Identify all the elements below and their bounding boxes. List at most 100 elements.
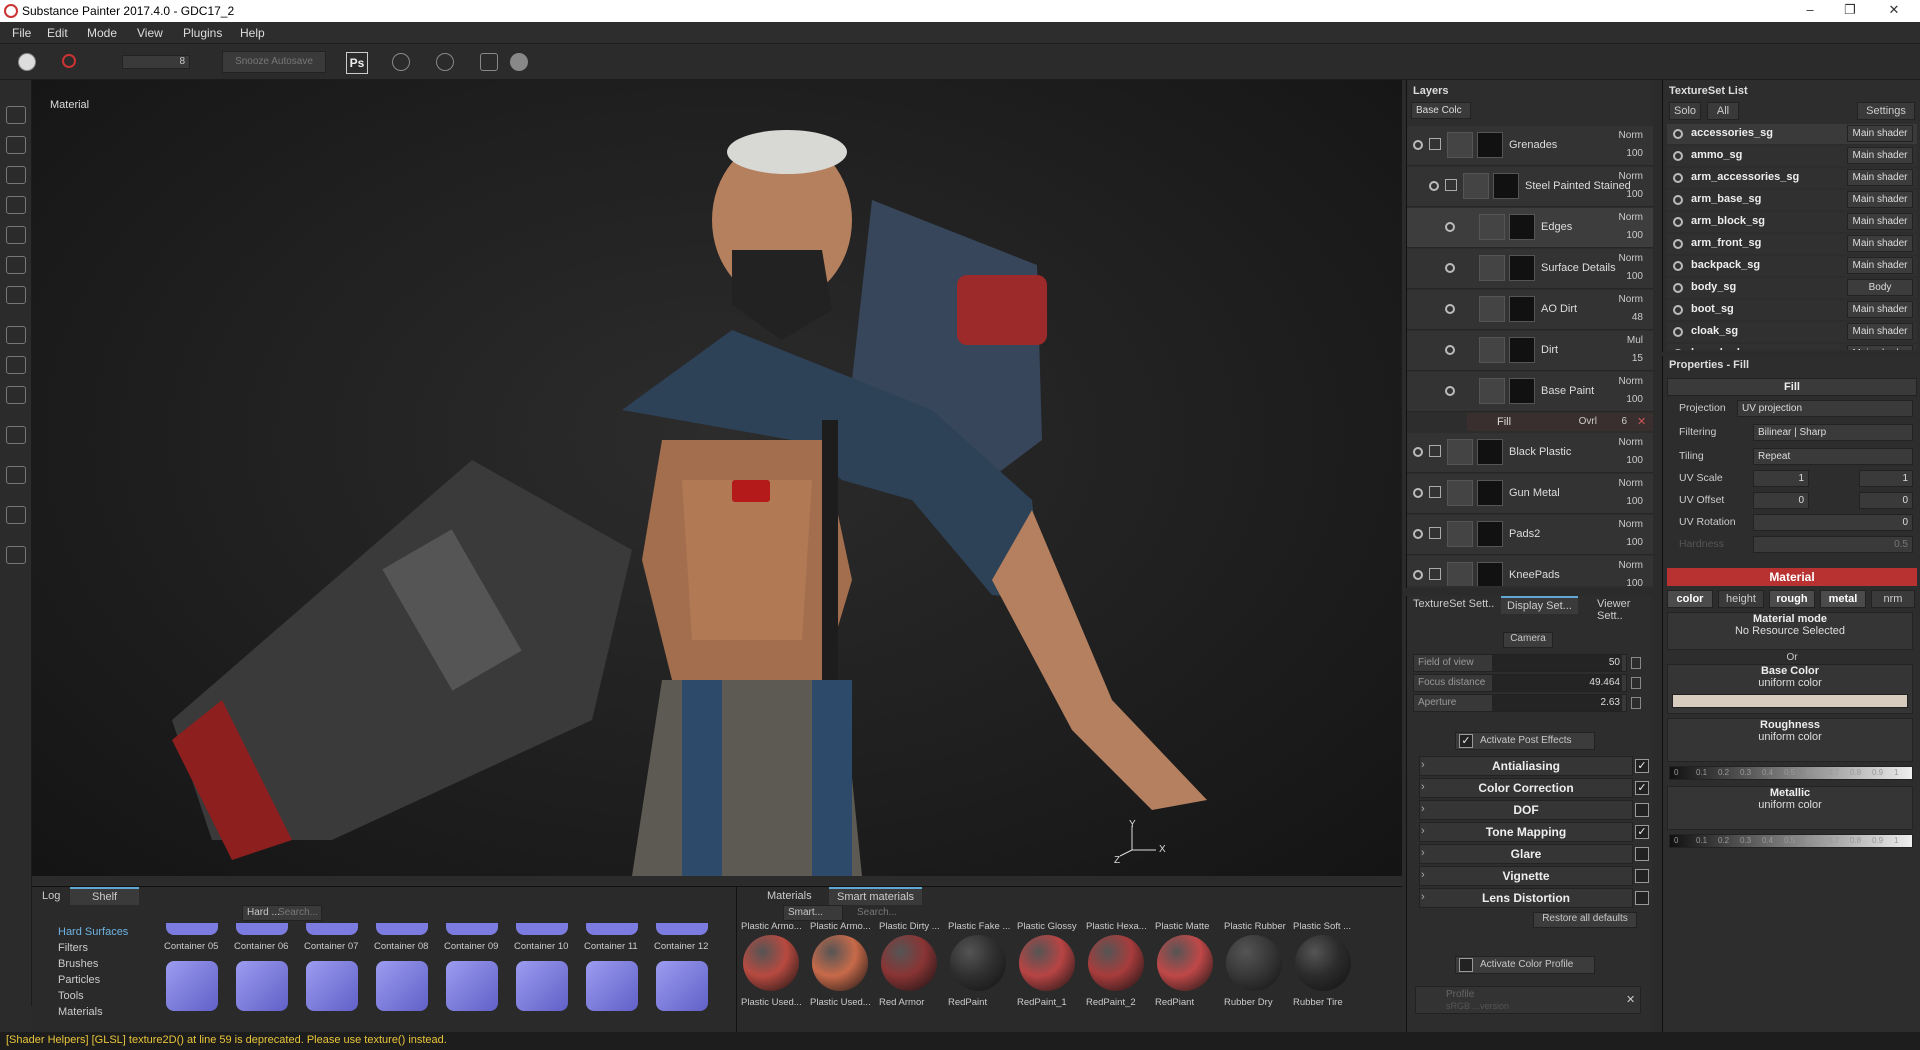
category-hard-surfaces[interactable]: Hard Surfaces (58, 926, 128, 938)
uvoffset-field[interactable]: 0 (1753, 492, 1809, 509)
visibility-eye-icon[interactable] (1673, 173, 1683, 183)
brush-preview-icon[interactable] (62, 54, 76, 68)
visibility-eye-icon[interactable] (1445, 345, 1455, 355)
maximize-button[interactable]: ❐ (1830, 2, 1870, 20)
solo-button[interactable]: Solo (1669, 102, 1701, 120)
layer-opacity[interactable]: 100 (1603, 189, 1643, 200)
layer-opacity[interactable]: 100 (1603, 271, 1643, 282)
textureset-row[interactable]: body_sg Body (1667, 278, 1917, 298)
tab-materials[interactable]: Materials (767, 890, 812, 902)
snooze-autosave-button[interactable]: Snooze Autosave (222, 51, 326, 73)
render-icon[interactable] (510, 53, 528, 71)
camera-section[interactable]: Camera (1503, 632, 1553, 648)
layer-blend-mode[interactable]: Norm (1603, 478, 1643, 489)
textureset-row[interactable]: accessories_sg Main shader (1667, 124, 1917, 144)
textureset-row[interactable]: lowerbody_sg Main shader (1667, 344, 1917, 350)
shelf-thumb-top[interactable] (376, 923, 428, 935)
edit-icon[interactable] (1631, 697, 1641, 709)
camera-icon[interactable] (6, 466, 26, 484)
layer-opacity[interactable]: 15 (1603, 353, 1643, 364)
visibility-eye-icon[interactable] (1413, 570, 1423, 580)
expand-arrow-icon[interactable]: › (1421, 847, 1425, 859)
smart-material-thumbnail[interactable] (1019, 935, 1075, 991)
textureset-row[interactable]: arm_block_sg Main shader (1667, 212, 1917, 232)
activate-post-effects[interactable]: Activate Post Effects (1455, 732, 1595, 750)
brush-size-field[interactable]: 8 (122, 55, 190, 69)
tab-log[interactable]: Log (42, 890, 60, 902)
projection-icon[interactable] (6, 166, 26, 184)
activate-color-profile[interactable]: Activate Color Profile (1455, 956, 1595, 974)
tab-shelf[interactable]: Shelf (70, 887, 140, 905)
shelf-item-thumbnail[interactable] (376, 961, 428, 1011)
expand-arrow-icon[interactable]: › (1421, 781, 1425, 793)
menu-plugins[interactable]: Plugins (183, 26, 222, 40)
layer-row[interactable]: Dirt Mul 15 (1407, 331, 1653, 371)
menu-edit[interactable]: Edit (47, 26, 68, 40)
category-brushes[interactable]: Brushes (58, 958, 98, 970)
photoshop-export-button[interactable]: Ps (346, 52, 368, 74)
category-filters[interactable]: Filters (58, 942, 88, 954)
category-particles[interactable]: Particles (58, 974, 100, 986)
smart-material-thumbnail[interactable] (1088, 935, 1144, 991)
layer-row[interactable]: Base Paint Norm 100 (1407, 372, 1653, 412)
substance-source-icon[interactable] (480, 53, 498, 71)
post-effect-section[interactable]: Antialiasing (1419, 756, 1633, 776)
uvscale-field[interactable]: 1 (1753, 470, 1809, 487)
layer-row[interactable]: Edges Norm 100 (1407, 208, 1653, 248)
folder-icon[interactable] (1429, 527, 1441, 539)
visibility-eye-icon[interactable] (1445, 222, 1455, 232)
textureset-row[interactable]: cloak_sg Main shader (1667, 322, 1917, 342)
textureset-row[interactable]: backpack_sg Main shader (1667, 256, 1917, 276)
expand-arrow-icon[interactable]: › (1421, 759, 1425, 771)
symmetry-icon[interactable] (6, 326, 26, 344)
post-effects-checkbox[interactable]: ✓ (1459, 734, 1473, 748)
menu-mode[interactable]: Mode (87, 26, 117, 40)
folder-icon[interactable] (1429, 568, 1441, 580)
camera-slider[interactable]: Field of view 50 (1413, 654, 1627, 672)
folder-icon[interactable] (1429, 445, 1441, 457)
layer-row[interactable]: Grenades Norm 100 (1407, 126, 1653, 166)
shelf-thumb-top[interactable] (166, 923, 218, 935)
visibility-eye-icon[interactable] (1673, 261, 1683, 271)
cube-icon[interactable] (6, 506, 26, 524)
layer-row[interactable]: Gun Metal Norm 100 (1407, 474, 1653, 514)
tiling-dropdown[interactable]: Repeat (1753, 448, 1913, 465)
smart-material-thumbnail[interactable] (1157, 935, 1213, 991)
layer-blend-mode[interactable]: Norm (1603, 437, 1643, 448)
post-effect-section[interactable]: Color Correction (1419, 778, 1633, 798)
visibility-eye-icon[interactable] (1413, 488, 1423, 498)
filtering-dropdown[interactable]: Bilinear | Sharp (1753, 424, 1913, 441)
fill-section-header[interactable]: Fill (1667, 378, 1917, 396)
layer-blend-mode[interactable]: Norm (1603, 212, 1643, 223)
shelf-item-thumbnail[interactable] (306, 961, 358, 1011)
section-checkbox[interactable]: ✓ (1635, 825, 1649, 839)
shader-selector[interactable]: Main shader (1847, 235, 1913, 252)
channel-toggle-height[interactable]: height (1718, 590, 1764, 608)
textureset-row[interactable]: ammo_sg Main shader (1667, 146, 1917, 166)
expand-arrow-icon[interactable]: › (1421, 891, 1425, 903)
post-effect-section[interactable]: Vignette (1419, 866, 1633, 886)
roughness-slider[interactable]: 0 0.1 0.2 0.3 0.4 0.5 0.6 0.7 0.8 0.9 1 (1669, 766, 1913, 780)
substance-logo-icon[interactable] (18, 53, 36, 71)
shader-selector[interactable]: Main shader (1847, 191, 1913, 208)
shader-selector[interactable]: Body (1847, 279, 1913, 296)
textureset-row[interactable]: arm_base_sg Main shader (1667, 190, 1917, 210)
shader-selector[interactable]: Main shader (1847, 257, 1913, 274)
smart-material-thumbnail[interactable] (743, 935, 799, 991)
base-color-swatch[interactable] (1672, 694, 1908, 708)
color-profile-checkbox[interactable] (1459, 958, 1473, 972)
layer-blend-mode[interactable]: Norm (1603, 253, 1643, 264)
polygon-fill-icon[interactable] (6, 196, 26, 214)
category-tools[interactable]: Tools (58, 990, 84, 1002)
uvrotation-field[interactable]: 0 (1753, 514, 1913, 531)
shelf-thumb-top[interactable] (516, 923, 568, 935)
layer-opacity[interactable]: 100 (1603, 148, 1643, 159)
projection-dropdown[interactable]: UV projection (1737, 400, 1913, 417)
layer-opacity[interactable]: 100 (1603, 496, 1643, 507)
visibility-eye-icon[interactable] (1445, 386, 1455, 396)
restore-defaults-button[interactable]: Restore all defaults (1533, 912, 1637, 928)
minimize-button[interactable]: – (1790, 2, 1830, 20)
layer-blend-mode[interactable]: Norm (1603, 560, 1643, 571)
camera-slider[interactable]: Aperture 2.63 (1413, 694, 1627, 712)
visibility-eye-icon[interactable] (1413, 529, 1423, 539)
